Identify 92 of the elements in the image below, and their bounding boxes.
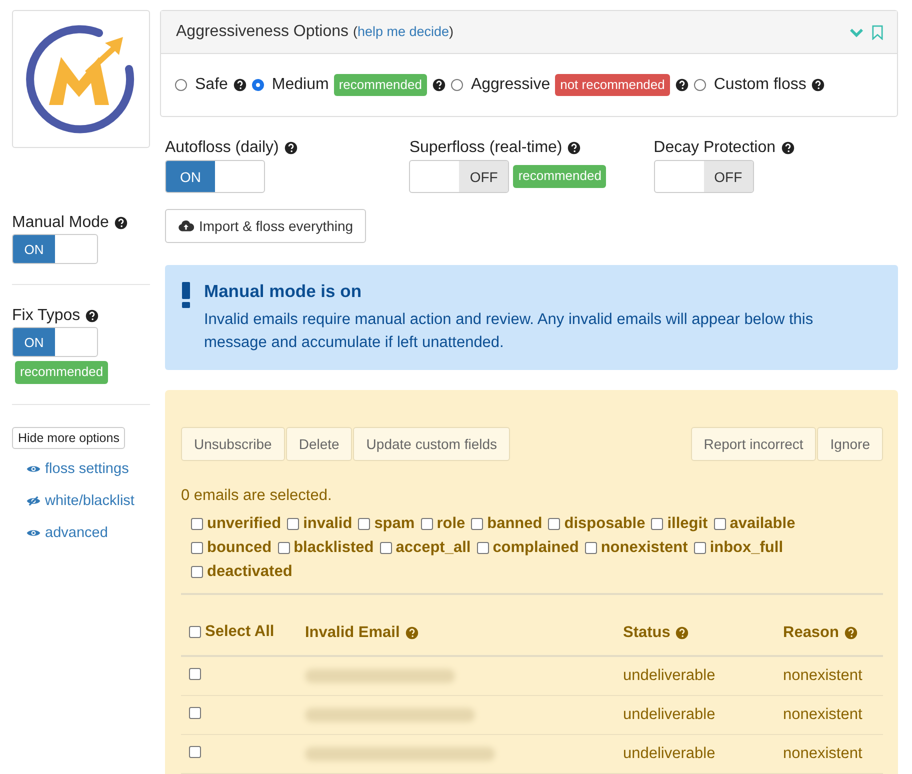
table-cell: nonexistent bbox=[783, 667, 862, 684]
checkbox[interactable] bbox=[471, 518, 484, 530]
action-button[interactable]: Unsubscribe bbox=[181, 427, 285, 461]
filter-label: spam bbox=[374, 515, 415, 533]
action-button[interactable]: Update custom fields bbox=[353, 427, 510, 461]
checkbox[interactable] bbox=[191, 518, 203, 530]
radio-button[interactable] bbox=[694, 79, 706, 91]
checkbox[interactable] bbox=[694, 542, 706, 554]
checkbox[interactable] bbox=[380, 542, 392, 554]
checkbox[interactable] bbox=[191, 566, 203, 578]
checkbox[interactable] bbox=[548, 518, 560, 530]
filter-label: available bbox=[730, 515, 796, 533]
sidebar-link[interactable]: advanced bbox=[26, 524, 150, 541]
filter-label: illegit bbox=[667, 515, 708, 533]
help-icon[interactable] bbox=[284, 141, 298, 155]
help-icon[interactable] bbox=[811, 78, 826, 92]
checkbox[interactable] bbox=[476, 542, 489, 554]
toggle-switch[interactable]: ON bbox=[12, 327, 98, 357]
radio-button[interactable] bbox=[252, 79, 264, 91]
help-icon[interactable] bbox=[567, 141, 582, 155]
filter-label: invalid bbox=[303, 515, 352, 533]
action-button[interactable]: Delete bbox=[286, 427, 352, 461]
checkbox[interactable] bbox=[287, 518, 300, 530]
option-label: Medium bbox=[272, 76, 329, 94]
toggle-switch[interactable]: ON bbox=[12, 234, 98, 264]
help-icon[interactable] bbox=[85, 309, 100, 323]
table-cell: undeliverable bbox=[623, 706, 716, 723]
hide-options-button[interactable]: Hide more options bbox=[12, 426, 126, 449]
filter-label: bounced bbox=[207, 539, 272, 557]
column-header: Reason bbox=[783, 624, 839, 642]
badge: recommended bbox=[15, 361, 108, 384]
toggle-switch[interactable]: OFF bbox=[409, 160, 510, 193]
table-cell: undeliverable bbox=[623, 667, 716, 684]
filter-label: unverified bbox=[207, 515, 282, 533]
badge: not recommended bbox=[555, 74, 670, 96]
alert-title: Manual mode is on bbox=[204, 280, 363, 302]
filter-label: banned bbox=[487, 515, 542, 533]
panel-title: Aggressiveness Options (help me decide) bbox=[176, 23, 454, 41]
filter-label: complained bbox=[492, 539, 579, 557]
help-link[interactable]: help me decide bbox=[357, 24, 450, 39]
setting-label: Manual Mode bbox=[12, 214, 109, 232]
sidebar-link[interactable]: floss settings bbox=[26, 460, 150, 477]
filter-label: role bbox=[436, 515, 466, 533]
filter-label: accept_all bbox=[396, 539, 471, 557]
checkbox[interactable] bbox=[358, 518, 370, 530]
checkbox[interactable] bbox=[278, 542, 290, 554]
checkbox[interactable] bbox=[584, 542, 597, 554]
option-label: Aggressive bbox=[470, 76, 550, 94]
option-label: Custom floss bbox=[714, 76, 806, 94]
filter-label: deactivated bbox=[207, 563, 292, 581]
exclamation-icon bbox=[182, 282, 190, 308]
radio-button[interactable] bbox=[175, 79, 187, 91]
alert-message: Invalid emails require manual action and review. Any invalid emails will appear below this message and accumulate if left unattended. bbox=[204, 310, 814, 353]
setting-label: Decay Protection bbox=[654, 139, 776, 157]
checkbox[interactable] bbox=[189, 626, 201, 638]
row-checkbox[interactable] bbox=[189, 668, 201, 680]
filter-label: inbox_full bbox=[710, 539, 784, 557]
toggle-switch[interactable]: ON bbox=[165, 160, 265, 193]
row-checkbox[interactable] bbox=[189, 707, 201, 719]
column-header: Select All bbox=[205, 623, 274, 641]
table-cell: undeliverable bbox=[623, 745, 716, 762]
import-button[interactable]: Import & floss everything bbox=[165, 209, 366, 242]
cloud-upload-icon bbox=[178, 220, 194, 232]
checkbox[interactable] bbox=[714, 518, 726, 530]
filter-label: nonexistent bbox=[600, 539, 688, 557]
radio-button[interactable] bbox=[450, 79, 463, 91]
help-icon[interactable] bbox=[114, 216, 128, 230]
help-icon[interactable] bbox=[232, 78, 247, 92]
selection-count: 0 emails are selected. bbox=[181, 487, 333, 505]
checkbox[interactable] bbox=[651, 518, 664, 530]
column-header: Invalid Email bbox=[305, 624, 400, 642]
sidebar-link[interactable]: white/blacklist bbox=[26, 492, 150, 509]
toggle-switch[interactable]: OFF bbox=[654, 160, 754, 193]
table-cell: nonexistent bbox=[783, 745, 862, 762]
setting-label: Fix Typos bbox=[12, 307, 80, 325]
setting-label: Autofloss (daily) bbox=[165, 139, 279, 157]
action-button[interactable]: Ignore bbox=[817, 427, 883, 461]
table-cell: nonexistent bbox=[783, 706, 862, 723]
help-icon[interactable] bbox=[780, 141, 794, 155]
checkbox[interactable] bbox=[191, 542, 203, 554]
row-checkbox[interactable] bbox=[189, 746, 201, 758]
badge: recommended bbox=[334, 74, 427, 96]
help-icon[interactable] bbox=[432, 78, 446, 92]
help-icon[interactable] bbox=[674, 78, 689, 92]
setting-label: Superfloss (real-time) bbox=[409, 139, 562, 157]
badge: recommended bbox=[513, 165, 606, 188]
checkbox[interactable] bbox=[420, 518, 433, 530]
filter-label: disposable bbox=[564, 515, 646, 533]
filter-label: blacklisted bbox=[294, 539, 374, 557]
column-header: Status bbox=[623, 624, 670, 642]
option-label: Safe bbox=[195, 76, 228, 94]
action-button[interactable]: Report incorrect bbox=[690, 427, 816, 461]
